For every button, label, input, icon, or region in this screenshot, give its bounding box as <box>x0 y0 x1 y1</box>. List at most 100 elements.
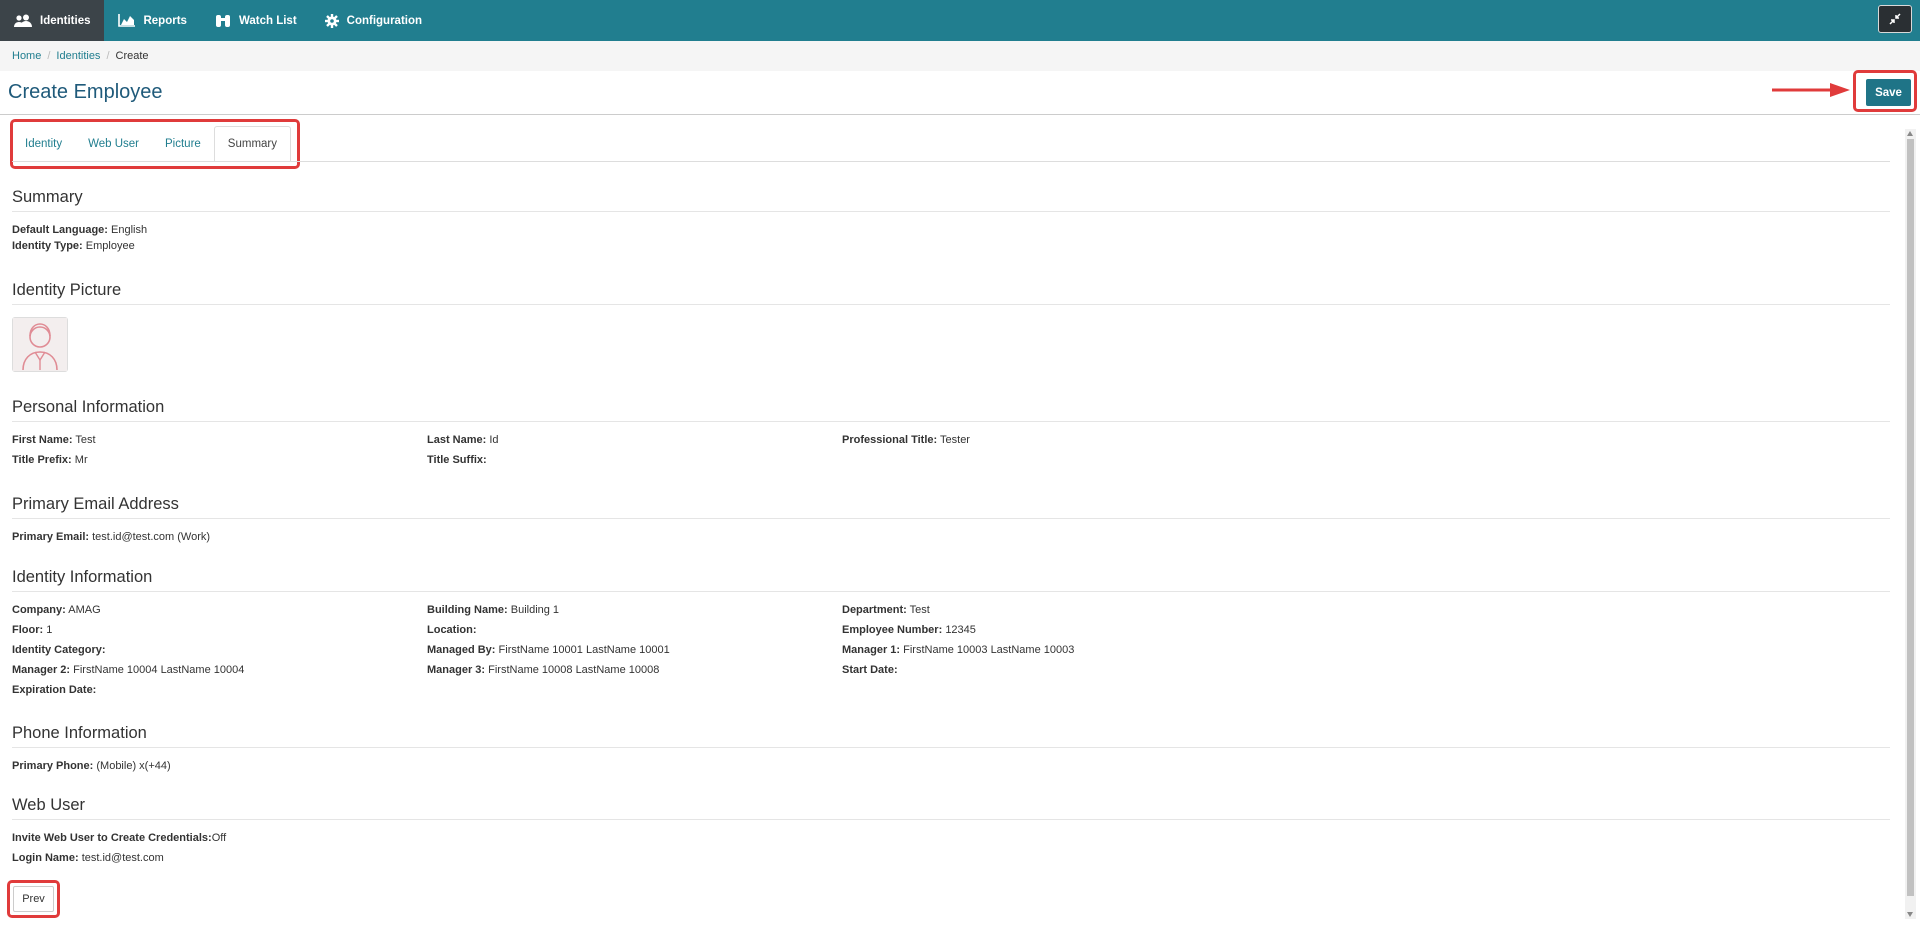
first-name-field: First Name: Test <box>12 434 96 446</box>
nav-identities-label: Identities <box>40 14 91 27</box>
avatar <box>12 317 68 372</box>
personal-heading: Personal Information <box>12 398 1890 422</box>
location-label: Location: <box>427 624 477 636</box>
phone-section: Phone Information <box>12 724 1890 748</box>
primary-phone-label: Primary Phone: <box>12 760 94 772</box>
building-value: Building 1 <box>510 604 560 616</box>
nav-reports-label: Reports <box>143 14 187 27</box>
login-name-value: test.id@test.com <box>81 852 164 864</box>
manager3-label: Manager 3: <box>427 664 486 676</box>
department-label: Department: <box>842 604 907 616</box>
primary-phone-value: (Mobile) x(+44) <box>96 760 171 772</box>
compress-icon <box>1889 13 1901 25</box>
first-name-value: Test <box>75 434 96 446</box>
identity-type-field: Identity Type: Employee <box>12 240 135 252</box>
floor-field: Floor: 1 <box>12 624 52 636</box>
floor-label: Floor: <box>12 624 44 636</box>
tab-picture[interactable]: Picture <box>152 126 214 162</box>
manager2-value: FirstName 10004 LastName 10004 <box>73 664 245 676</box>
last-name-field: Last Name: Id <box>427 434 499 446</box>
manager3-field: Manager 3: FirstName 10008 LastName 1000… <box>427 664 659 676</box>
email-section: Primary Email Address <box>12 495 1890 519</box>
scroll-down-arrow-icon[interactable] <box>1907 912 1913 917</box>
floor-value: 1 <box>46 624 53 636</box>
employee-number-label: Employee Number: <box>842 624 943 636</box>
managed-by-field: Managed By: FirstName 10001 LastName 100… <box>427 644 670 656</box>
nav-configuration-label: Configuration <box>346 14 423 27</box>
expiration-date-field: Expiration Date: <box>12 684 96 696</box>
red-arrow-icon <box>1772 83 1850 97</box>
location-field: Location: <box>427 624 477 636</box>
manager2-field: Manager 2: FirstName 10004 LastName 1000… <box>12 664 244 676</box>
professional-title-label: Professional Title: <box>842 434 938 446</box>
area-chart-icon <box>118 14 136 27</box>
users-icon <box>14 14 32 27</box>
tab-identity[interactable]: Identity <box>12 126 75 162</box>
expiration-date-label: Expiration Date: <box>12 684 97 696</box>
header-divider <box>0 114 1920 115</box>
scroll-thumb[interactable] <box>1907 139 1914 896</box>
professional-title-value: Tester <box>940 434 970 446</box>
scroll-up-arrow-icon[interactable] <box>1907 131 1913 136</box>
manager1-label: Manager 1: <box>842 644 901 656</box>
nav-identities[interactable]: Identities <box>0 0 105 41</box>
tab-web-user[interactable]: Web User <box>75 126 152 162</box>
identity-category-field: Identity Category: <box>12 644 106 656</box>
first-name-label: First Name: <box>12 434 73 446</box>
invite-web-user-label: Invite Web User to Create Credentials: <box>12 832 212 844</box>
breadcrumb-separator: / <box>47 50 51 62</box>
employee-number-field: Employee Number: 12345 <box>842 624 976 636</box>
nav-configuration[interactable]: Configuration <box>311 0 436 41</box>
login-name-label: Login Name: <box>12 852 79 864</box>
department-value: Test <box>909 604 930 616</box>
picture-section: Identity Picture <box>12 281 1890 305</box>
department-field: Department: Test <box>842 604 930 616</box>
save-button[interactable]: Save <box>1866 79 1911 106</box>
title-prefix-value: Mr <box>74 454 88 466</box>
title-suffix-label: Title Suffix: <box>427 454 487 466</box>
scrollbar[interactable] <box>1905 129 1916 919</box>
web-user-section: Web User <box>12 796 1890 820</box>
tab-summary[interactable]: Summary <box>213 126 291 162</box>
phone-heading: Phone Information <box>12 724 1890 748</box>
collapse-button[interactable] <box>1878 5 1912 33</box>
invite-web-user-value: Off <box>211 832 227 844</box>
breadcrumb: Home / Identities / Create <box>0 41 1920 71</box>
company-value: AMAG <box>68 604 101 616</box>
managed-by-label: Managed By: <box>427 644 496 656</box>
manager2-label: Manager 2: <box>12 664 71 676</box>
breadcrumb-home[interactable]: Home <box>12 50 41 62</box>
identity-type-value: Employee <box>85 240 135 252</box>
nav-watch-list[interactable]: Watch List <box>201 0 311 41</box>
start-date-label: Start Date: <box>842 664 898 676</box>
invite-web-user-field: Invite Web User to Create Credentials:Of… <box>12 832 226 844</box>
start-date-field: Start Date: <box>842 664 898 676</box>
page-title: Create Employee <box>8 81 163 103</box>
nav-reports[interactable]: Reports <box>104 0 200 41</box>
identity-type-label: Identity Type: <box>12 240 83 252</box>
nav-watch-list-label: Watch List <box>238 14 297 27</box>
professional-title-field: Professional Title: Tester <box>842 434 970 446</box>
manager3-value: FirstName 10008 LastName 10008 <box>488 664 660 676</box>
title-suffix-field: Title Suffix: <box>427 454 487 466</box>
breadcrumb-identities[interactable]: Identities <box>56 50 100 62</box>
breadcrumb-separator: / <box>106 50 110 62</box>
summary-section: Summary <box>12 188 1890 212</box>
identity-info-heading: Identity Information <box>12 568 1890 592</box>
primary-phone-field: Primary Phone: (Mobile) x(+44) <box>12 760 171 772</box>
default-language-label: Default Language: <box>12 224 108 236</box>
gear-icon <box>324 13 339 28</box>
person-placeholder-icon <box>13 318 67 371</box>
picture-heading: Identity Picture <box>12 281 1890 305</box>
managed-by-value: FirstName 10001 LastName 10001 <box>498 644 670 656</box>
manager1-field: Manager 1: FirstName 10003 LastName 1000… <box>842 644 1074 656</box>
employee-number-value: 12345 <box>945 624 976 636</box>
last-name-label: Last Name: <box>427 434 487 446</box>
identity-info-section: Identity Information <box>12 568 1890 592</box>
primary-email-value: test.id@test.com (Work) <box>92 531 211 543</box>
binoculars-icon <box>215 14 230 27</box>
top-navbar: Identities Reports Watch List Configurat… <box>0 0 1920 41</box>
building-label: Building Name: <box>427 604 508 616</box>
building-field: Building Name: Building 1 <box>427 604 559 616</box>
prev-button[interactable]: Prev <box>13 886 54 912</box>
